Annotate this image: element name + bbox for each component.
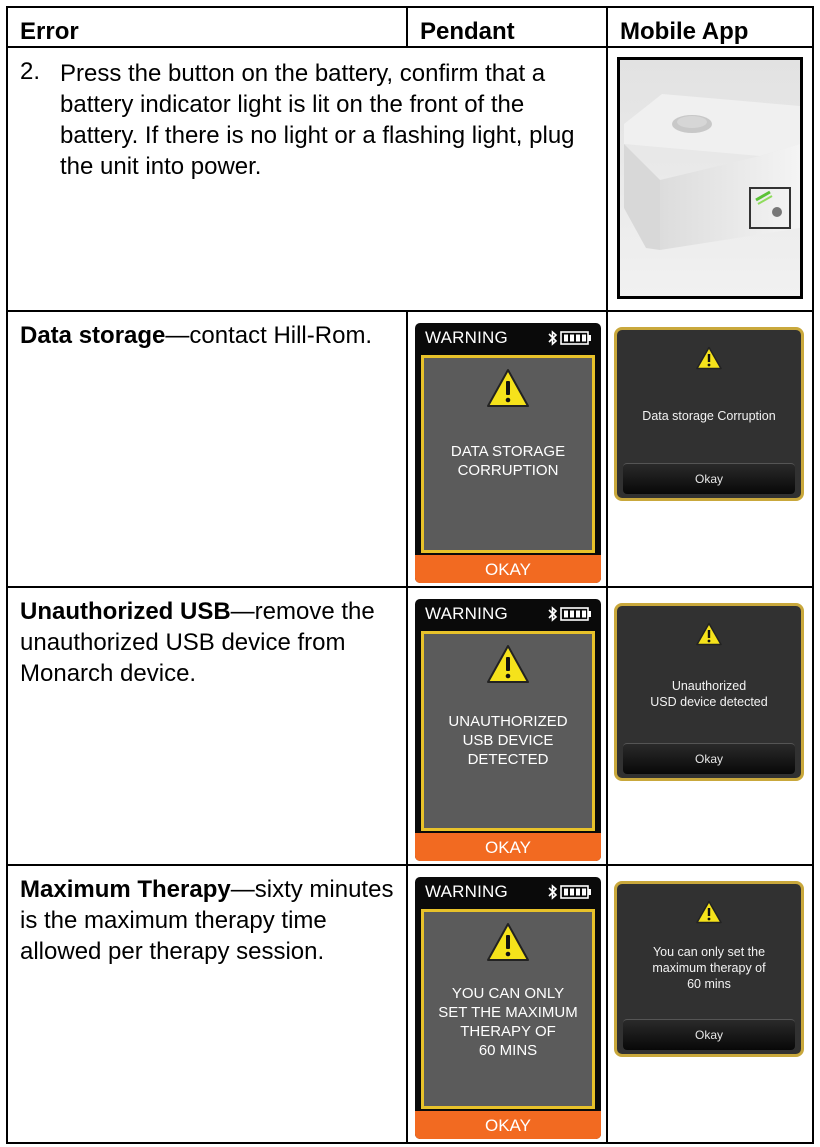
app-okay-button[interactable]: Okay	[623, 743, 795, 774]
error-cell: Unauthorized USB—remove the unauthorized…	[8, 588, 408, 864]
app-okay-button[interactable]: Okay	[623, 463, 795, 494]
error-cell: Data storage—contact Hill-Rom.	[8, 312, 408, 586]
app-dialog: Unauthorized USD device detected Okay	[614, 603, 804, 781]
pendant-message: UNAUTHORIZED USB DEVICE DETECTED	[448, 713, 568, 768]
pendant-message: YOU CAN ONLY SET THE MAXIMUM THERAPY OF …	[438, 985, 578, 1059]
battery-unit-icon	[620, 60, 800, 296]
warning-triangle-icon	[487, 923, 529, 961]
error-desc: —contact Hill-Rom.	[165, 322, 373, 349]
pendant-message-box: DATA STORAGE CORRUPTION	[421, 355, 595, 553]
error-cell: Maximum Therapy—sixty minutes is the max…	[8, 866, 408, 1142]
error-title: Maximum Therapy	[20, 876, 231, 903]
header-cell-error: Error	[8, 8, 408, 46]
warning-triangle-icon	[696, 900, 722, 924]
pendant-warning-label: WARNING	[425, 604, 508, 623]
step-number: 2.	[20, 58, 41, 85]
header-mobile-app: Mobile App	[620, 18, 749, 45]
error-description: Unauthorized USB—remove the unauthorized…	[20, 596, 396, 689]
header-error: Error	[20, 18, 79, 45]
pendant-status-bar: WARNING	[415, 877, 601, 907]
pendant-okay-button[interactable]: OKAY	[415, 833, 601, 861]
table-header-row: Error Pendant Mobile App	[8, 8, 812, 48]
header-cell-app: Mobile App	[608, 8, 812, 46]
app-okay-button[interactable]: Okay	[623, 1019, 795, 1050]
table-row: Maximum Therapy—sixty minutes is the max…	[8, 866, 812, 1142]
pendant-screen: WARNING	[415, 877, 601, 1139]
table-row: Unauthorized USB—remove the unauthorized…	[8, 588, 812, 866]
step-row: 2. Press the button on the battery, conf…	[8, 48, 812, 312]
warning-triangle-icon	[696, 622, 722, 646]
pendant-warning-label: WARNING	[425, 882, 508, 901]
bluetooth-battery-icon	[548, 884, 591, 900]
warning-triangle-icon	[487, 645, 529, 683]
battery-image	[617, 57, 803, 299]
pendant-screen: WARNING	[415, 599, 601, 861]
error-table: Error Pendant Mobile App 2. Press the bu…	[6, 6, 814, 1144]
pendant-message: DATA STORAGE CORRUPTION	[450, 443, 566, 479]
pendant-message-box: YOU CAN ONLY SET THE MAXIMUM THERAPY OF …	[421, 909, 595, 1109]
error-title: Data storage	[20, 322, 166, 349]
pendant-cell: WARNING	[408, 866, 608, 1142]
pendant-screen: WARNING	[415, 323, 601, 583]
warning-triangle-icon	[696, 346, 722, 370]
header-cell-pendant: Pendant	[408, 8, 608, 46]
bluetooth-battery-icon	[548, 606, 591, 622]
app-cell: You can only set the maximum therapy of …	[608, 866, 812, 1142]
pendant-message-box: UNAUTHORIZED USB DEVICE DETECTED	[421, 631, 595, 831]
app-cell: Unauthorized USD device detected Okay	[608, 588, 812, 864]
pendant-status-bar: WARNING	[415, 323, 601, 353]
app-dialog: Data storage Corruption Okay	[614, 327, 804, 501]
header-pendant: Pendant	[420, 18, 515, 45]
bluetooth-battery-icon	[548, 330, 591, 346]
pendant-warning-label: WARNING	[425, 328, 508, 347]
pendant-okay-button[interactable]: OKAY	[415, 555, 601, 583]
step-cell: 2. Press the button on the battery, conf…	[8, 48, 608, 310]
error-title: Unauthorized USB	[20, 598, 231, 625]
error-description: Data storage—contact Hill-Rom.	[20, 320, 396, 351]
error-description: Maximum Therapy—sixty minutes is the max…	[20, 874, 396, 967]
app-cell: Data storage Corruption Okay	[608, 312, 812, 586]
warning-triangle-icon	[487, 369, 529, 407]
app-message: You can only set the maximum therapy of …	[652, 945, 766, 991]
pendant-cell: WARNING	[408, 588, 608, 864]
pendant-cell: WARNING	[408, 312, 608, 586]
step-text: Press the button on the battery, confirm…	[60, 60, 575, 180]
battery-image-cell	[608, 48, 812, 310]
table-row: Data storage—contact Hill-Rom. WARNING D…	[8, 312, 812, 588]
pendant-status-bar: WARNING	[415, 599, 601, 629]
app-dialog: You can only set the maximum therapy of …	[614, 881, 804, 1057]
app-message: Data storage Corruption	[642, 409, 776, 423]
pendant-okay-button[interactable]: OKAY	[415, 1111, 601, 1139]
app-message: Unauthorized USD device detected	[650, 679, 768, 709]
